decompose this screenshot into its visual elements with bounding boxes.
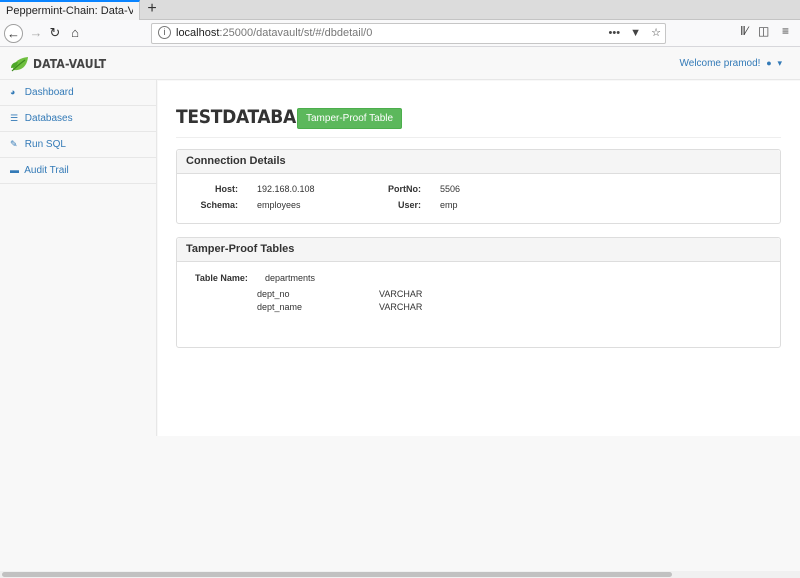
sidebar-icon[interactable]: ◫ bbox=[758, 24, 769, 38]
schema-value: employees bbox=[257, 200, 301, 210]
forward-icon[interactable]: → bbox=[26, 23, 46, 43]
back-icon[interactable]: ← bbox=[4, 24, 23, 43]
port-value: 5506 bbox=[440, 184, 461, 194]
browser-nav-bar: ← → ↻ ⌂ i localhost:25000/datavault/st/#… bbox=[0, 20, 800, 47]
new-tab-button[interactable]: + bbox=[144, 0, 160, 20]
column-type: VARCHAR bbox=[379, 289, 423, 299]
column-row: dept_no VARCHAR bbox=[177, 289, 577, 302]
menu-icon[interactable]: ≡ bbox=[782, 24, 789, 38]
database-icon: ☰ bbox=[10, 113, 19, 123]
sidebar: ◕ Dashboard ☰ Databases ✎ Run SQL ▬ Audi… bbox=[0, 80, 157, 436]
column-name: dept_no bbox=[257, 289, 290, 299]
horizontal-scrollbar[interactable] bbox=[0, 571, 800, 578]
browser-tab-title: Peppermint-Chain: Data-Va bbox=[6, 5, 133, 17]
column-type: VARCHAR bbox=[379, 302, 423, 312]
url-bar[interactable]: i localhost:25000/datavault/st/#/dbdetai… bbox=[151, 23, 666, 44]
sidebar-item-audit-trail[interactable]: ▬ Audit Trail bbox=[0, 158, 157, 184]
page-header: TESTDATABASE Tamper-Proof Table bbox=[176, 106, 781, 138]
home-icon[interactable]: ⌂ bbox=[65, 23, 85, 43]
dashboard-icon: ◕ bbox=[10, 87, 16, 97]
star-icon[interactable]: ☆ bbox=[651, 26, 661, 39]
sidebar-item-databases[interactable]: ☰ Databases bbox=[0, 106, 157, 132]
leaf-logo-icon[interactable] bbox=[11, 56, 29, 72]
url-text[interactable]: localhost:25000/datavault/st/#/dbdetail/… bbox=[176, 27, 372, 39]
browser-tab-bar: Peppermint-Chain: Data-Va + bbox=[0, 0, 800, 21]
table-name-value: departments bbox=[265, 273, 316, 283]
column-row: dept_name VARCHAR bbox=[177, 302, 577, 315]
user-menu[interactable]: Welcome pramod! ● ▾ bbox=[680, 58, 783, 69]
schema-label: Schema: bbox=[200, 200, 238, 210]
caret-down-icon: ▾ bbox=[777, 58, 782, 68]
sidebar-item-label: Audit Trail bbox=[24, 165, 69, 176]
welcome-text: Welcome pramod! bbox=[679, 58, 761, 69]
port-label: PortNo: bbox=[388, 184, 421, 194]
app-header: DATA-VAULT Welcome pramod! ● ▾ bbox=[0, 48, 800, 80]
more-icon[interactable]: ••• bbox=[609, 27, 621, 39]
user-icon: ● bbox=[766, 58, 772, 68]
tamper-proof-tables-panel: Tamper-Proof Tables Table Name: departme… bbox=[176, 237, 781, 348]
url-path: :25000/datavault/st/#/dbdetail/0 bbox=[219, 27, 373, 39]
reload-icon[interactable]: ↻ bbox=[45, 23, 65, 43]
connection-details-panel: Connection Details Host: 192.168.0.108 P… bbox=[176, 149, 781, 224]
column-name: dept_name bbox=[257, 302, 303, 312]
host-value: 192.168.0.108 bbox=[257, 184, 315, 194]
user-label: User: bbox=[397, 200, 421, 210]
tamper-proof-table-button[interactable]: Tamper-Proof Table bbox=[297, 108, 403, 129]
brand-name[interactable]: DATA-VAULT bbox=[33, 57, 106, 71]
table-name-label: Table Name: bbox=[195, 273, 248, 283]
main-content: TESTDATABASE Tamper-Proof Table Connecti… bbox=[158, 81, 800, 436]
pencil-icon: ✎ bbox=[10, 139, 18, 149]
sidebar-item-label: Databases bbox=[24, 113, 73, 124]
scrollbar-thumb[interactable] bbox=[2, 572, 672, 577]
sidebar-item-run-sql[interactable]: ✎ Run SQL bbox=[0, 132, 157, 158]
sidebar-item-label: Run SQL bbox=[24, 139, 66, 150]
panel-heading: Tamper-Proof Tables bbox=[177, 238, 780, 262]
library-icon[interactable]: Ⅱ⁄ bbox=[740, 24, 748, 38]
user-value: emp bbox=[440, 200, 458, 210]
info-icon[interactable]: i bbox=[158, 26, 171, 39]
url-host: localhost bbox=[176, 27, 220, 39]
pocket-icon[interactable]: ▼ bbox=[630, 27, 641, 39]
host-label: Host: bbox=[215, 184, 238, 194]
panel-heading: Connection Details bbox=[177, 150, 780, 174]
sidebar-item-dashboard[interactable]: ◕ Dashboard bbox=[0, 80, 157, 106]
card-icon: ▬ bbox=[10, 165, 19, 175]
url-actions: ••• ▼ ☆ bbox=[602, 26, 661, 39]
browser-tab[interactable]: Peppermint-Chain: Data-Va bbox=[0, 0, 140, 21]
sidebar-item-label: Dashboard bbox=[24, 87, 74, 98]
